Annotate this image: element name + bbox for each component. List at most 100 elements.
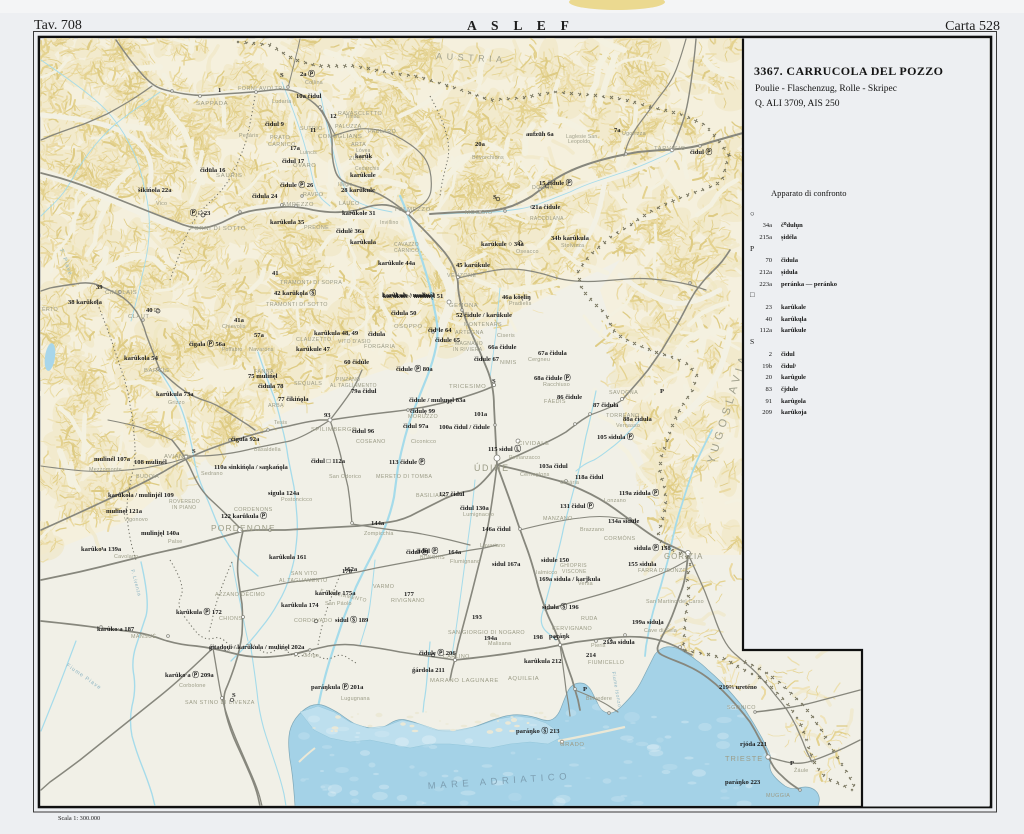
svg-text:čidule / muluŋęl 83a: čidule / muluŋęl 83a [409,397,466,404]
svg-text:CÁRNICO: CÁRNICO [394,247,419,254]
svg-text:SEQUALS: SEQUALS [294,381,322,387]
svg-text:45 karúkule: 45 karúkule [456,262,490,269]
svg-text:mulinjęl 140a: mulinjęl 140a [141,530,180,537]
svg-text:čidula 24: čidula 24 [252,193,278,200]
svg-text:karûkule 175a: karûkule 175a [315,590,356,597]
svg-text:Zompicchia: Zompicchia [364,531,394,537]
svg-text:Pradielis: Pradielis [509,301,532,307]
svg-text:čidule 67: čidule 67 [474,356,500,363]
svg-text:34b karûkula: 34b karûkula [551,235,590,242]
svg-text:3367. CARRUCOLA DEL POZZO: 3367. CARRUCOLA DEL POZZO [754,64,943,78]
svg-text:MUGGIA: MUGGIA [766,793,790,799]
svg-text:68a čidule Ⓟ: 68a čidule Ⓟ [534,373,571,382]
svg-text:Ludaria: Ludaria [272,99,291,105]
svg-text:karúkule ○ 34a: karúkule ○ 34a [481,241,525,248]
svg-text:215a: 215a [759,234,772,241]
svg-text:60 čidúle: 60 čidúle [344,359,369,366]
svg-text:57a: 57a [254,332,265,339]
svg-text:93: 93 [324,412,331,419]
svg-text:mulinęl 121a: mulinęl 121a [106,508,143,515]
svg-text:83: 83 [766,386,773,393]
svg-text:karûkoja: karûkoja [781,409,807,416]
svg-text:karûkola / mulinjél 109: karûkola / mulinjél 109 [108,492,174,499]
svg-text:144a: 144a [371,520,385,527]
svg-text:Palse: Palse [168,539,183,545]
svg-text:PORDENONE: PORDENONE [211,523,276,533]
svg-text:sidul Ⓢ 189: sidul Ⓢ 189 [335,615,369,624]
svg-text:AVIANO: AVIANO [164,454,189,460]
svg-text:Ciseris: Ciseris [497,333,515,339]
svg-text:čidul 130a: čidul 130a [460,505,489,512]
svg-text:215a sidula: 215a sidula [603,639,635,646]
svg-text:čidul: čidul [781,351,795,358]
svg-text:čjdule: čjdule [781,386,798,393]
svg-text:Cergneu: Cergneu [528,357,550,363]
svg-text:San Páolo: San Páolo [325,601,352,607]
svg-text:CORMÒNS: CORMÒNS [604,535,636,542]
svg-text:Belvedere: Belvedere [586,696,612,702]
svg-text:ARTEGNA: ARTEGNA [455,330,484,336]
svg-text:ǵárdola 211: ǵárdola 211 [412,667,445,674]
svg-text:15 čidule Ⓟ: 15 čidule Ⓟ [539,178,573,187]
svg-text:46a kôęliŋ: 46a kôęliŋ [502,294,531,301]
svg-text:Gorgo: Gorgo [303,653,319,659]
svg-text:164a: 164a [448,549,462,556]
svg-text:214: 214 [586,652,597,659]
svg-text:87 čidula: 87 čidula [593,402,619,409]
svg-text:212a: 212a [759,269,772,276]
svg-text:VISCONE: VISCONE [562,569,587,575]
svg-text:20: 20 [766,374,773,381]
svg-text:karûkula: karûkula [350,239,377,246]
svg-text:čidul 17: čidul 17 [282,158,305,165]
svg-text:ÚDINE: ÚDINE [474,463,510,473]
svg-text:Ⓟ □ 23: Ⓟ □ 23 [190,208,211,217]
svg-text:11: 11 [310,127,316,134]
svg-text:sidula Ⓢ 196: sidula Ⓢ 196 [542,602,579,611]
svg-text:RUDA: RUDA [581,616,598,622]
svg-text:karûkule: karûkule [781,327,806,334]
svg-text:CLAUZETTO: CLAUZETTO [296,337,332,343]
svg-text:San Martino del Carso: San Martino del Carso [646,599,704,605]
svg-text:176: 176 [342,568,353,575]
svg-text:70: 70 [766,257,773,264]
svg-text:Cavolano: Cavolano [114,554,138,560]
svg-text:karûk: karûk [355,153,373,160]
svg-text:ṣidula: ṣidula [781,269,798,276]
svg-text:paráŋko Ⓢ 213: paráŋko Ⓢ 213 [516,726,560,735]
svg-text:Oseacco: Oseacco [516,249,539,255]
svg-text:čidule Ⓟ 26: čidule Ⓟ 26 [280,180,314,189]
svg-text:40 □: 40 □ [146,307,158,314]
svg-text:karûkula 73a: karûkula 73a [156,391,194,398]
svg-text:Apparato di confronto: Apparato di confronto [771,188,847,198]
svg-text:52 čidule / karûkule: 52 čidule / karûkule [456,312,512,319]
svg-text:GORIZIA: GORIZIA [664,552,703,561]
svg-text:CIMOLAIS: CIMOLAIS [105,290,137,296]
svg-text:66a čidule: 66a čidule [488,344,516,351]
svg-text:122 karûkula Ⓟ: 122 karûkula Ⓟ [221,511,267,520]
svg-text:FIUMICELLO: FIUMICELLO [588,660,624,666]
svg-text:41a: 41a [234,317,245,324]
svg-text:Timau: Timau [345,114,360,120]
svg-text:Lonzano: Lonzano [604,498,626,504]
svg-text:103a čidul: 103a čidul [539,463,568,470]
svg-text:S: S [232,692,236,699]
svg-text:198: 198 [533,634,544,641]
svg-text:86 čidule: 86 čidule [557,394,582,401]
svg-text:karûkula 161: karûkula 161 [269,554,307,561]
svg-text:BARCIS: BARCIS [144,368,170,374]
svg-text:IN RIVIERA: IN RIVIERA [453,347,483,353]
svg-text:115 sidul Ⓛ: 115 sidul Ⓛ [488,444,521,453]
svg-text:čidul 97a: čidul 97a [403,423,429,430]
svg-text:Corbolone: Corbolone [179,683,206,689]
svg-text:SAN STINO DI LIVENZA: SAN STINO DI LIVENZA [185,700,255,706]
svg-text:TRICESIMO: TRICESIMO [449,384,486,390]
svg-text:GRADO: GRADO [560,742,585,748]
svg-text:čidul □ 112a: čidul □ 112a [311,458,346,465]
svg-text:Tav. 708: Tav. 708 [34,18,82,33]
svg-text:112a: 112a [760,327,773,334]
svg-text:AQUILEIA: AQUILEIA [508,676,539,682]
svg-text:PAULARO: PAULARO [368,129,396,135]
svg-text:CERVIGNANO: CERVIGNANO [552,626,592,632]
svg-text:sidule 150: sidule 150 [541,557,570,564]
svg-text:PALUZZA: PALUZZA [335,124,362,130]
